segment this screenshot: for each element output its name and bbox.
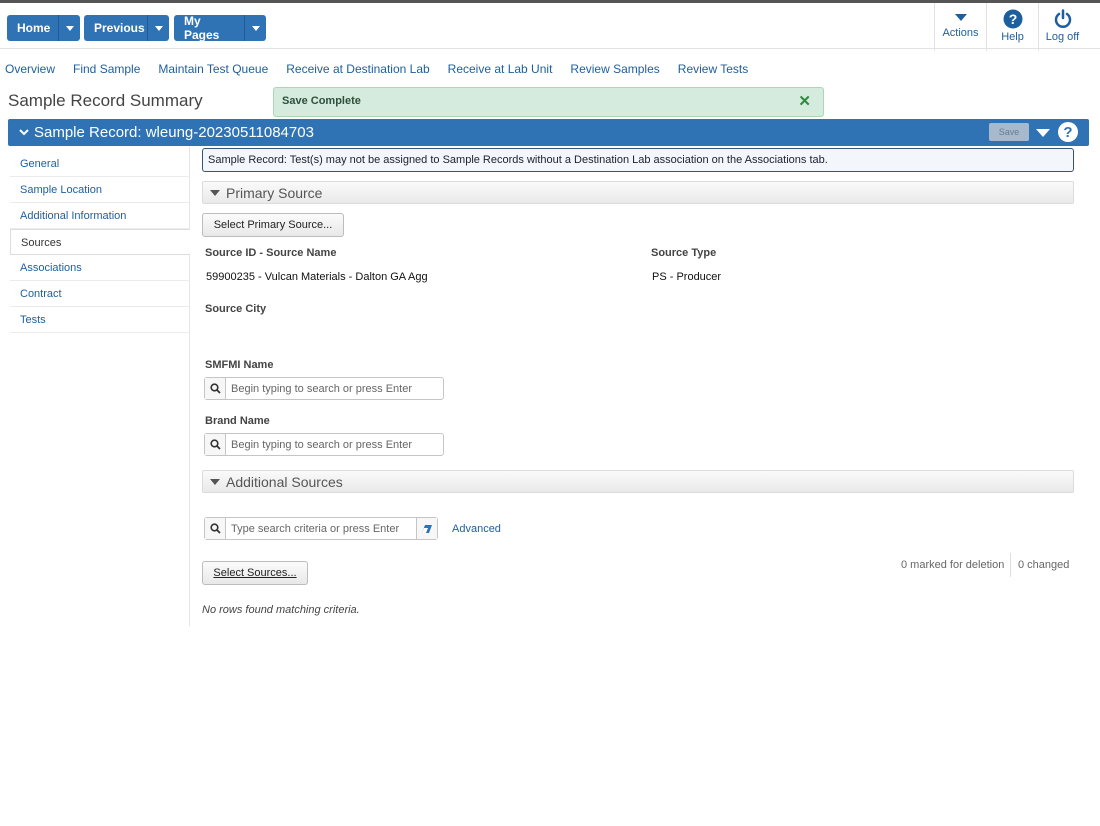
power-icon [1054, 9, 1071, 28]
chevron-down-icon [251, 25, 260, 31]
nav-link-review-tests[interactable]: Review Tests [678, 62, 748, 76]
logoff-button[interactable]: Log off [1038, 3, 1086, 51]
nav-link-receive-destination-lab[interactable]: Receive at Destination Lab [286, 62, 429, 76]
svg-text:?: ? [1008, 11, 1017, 27]
chevron-down-icon [65, 25, 74, 31]
eraser-icon[interactable] [416, 518, 437, 539]
section-title: Additional Sources [226, 474, 343, 490]
nav-link-overview[interactable]: Overview [5, 62, 55, 76]
source-type-value: PS - Producer [652, 271, 722, 283]
brand-search-input[interactable]: Begin typing to search or press Enter [204, 433, 444, 456]
record-title: Sample Record: wleung-20230511084703 [34, 124, 314, 141]
actions-button[interactable]: Actions [934, 3, 986, 51]
save-button[interactable]: Save [989, 123, 1029, 141]
top-toolbar: Home Previous My Pages Actions ? Help Lo… [0, 0, 1100, 51]
chevron-down-icon[interactable] [1036, 129, 1050, 138]
info-message: Sample Record: Test(s) may not be assign… [202, 148, 1074, 172]
nav-link-review-samples[interactable]: Review Samples [570, 62, 659, 76]
previous-split-button: Previous [84, 15, 169, 41]
additional-sources-search-input[interactable]: Type search criteria or press Enter [204, 517, 438, 540]
chevron-down-icon [154, 25, 163, 31]
source-type-label: Source Type [651, 247, 717, 259]
chevron-down-icon [954, 14, 967, 21]
mypages-split-button: My Pages [174, 15, 266, 41]
nav-link-receive-lab-unit[interactable]: Receive at Lab Unit [448, 62, 553, 76]
mypages-dropdown-button[interactable] [245, 15, 266, 41]
actions-label: Actions [942, 27, 979, 39]
search-icon [205, 434, 226, 455]
primary-source-section-header[interactable]: Primary Source [202, 181, 1074, 204]
mypages-button[interactable]: My Pages [174, 15, 245, 41]
select-primary-source-button[interactable]: Select Primary Source... [202, 213, 344, 237]
additional-sources-placeholder: Type search criteria or press Enter [231, 522, 400, 535]
smfmi-placeholder: Begin typing to search or press Enter [231, 382, 412, 395]
save-complete-toast: Save Complete ✕ [273, 87, 824, 117]
sidebar-item-sample-location[interactable]: Sample Location [10, 177, 190, 203]
record-help-icon[interactable]: ? [1058, 122, 1078, 142]
brand-label: Brand Name [205, 415, 270, 427]
count-separator [1010, 553, 1011, 577]
sidebar: General Sample Location Additional Infor… [10, 151, 190, 333]
record-header: Sample Record: wleung-20230511084703 Sav… [8, 119, 1089, 146]
collapse-chevron-icon[interactable] [19, 129, 29, 136]
sidebar-item-general[interactable]: General [10, 151, 190, 177]
toast-message: Save Complete [282, 95, 361, 107]
smfmi-search-input[interactable]: Begin typing to search or press Enter [204, 377, 444, 400]
nav-link-maintain-test-queue[interactable]: Maintain Test Queue [158, 62, 268, 76]
smfmi-label: SMFMI Name [205, 359, 274, 371]
close-icon[interactable]: ✕ [798, 94, 811, 109]
additional-sources-section-header[interactable]: Additional Sources [202, 470, 1074, 493]
source-id-value: 59900235 - Vulcan Materials - Dalton GA … [206, 271, 428, 283]
select-sources-button[interactable]: Select Sources... [202, 561, 308, 585]
previous-button[interactable]: Previous [84, 15, 148, 41]
source-city-label: Source City [205, 303, 267, 315]
home-button[interactable]: Home [7, 15, 59, 41]
logoff-label: Log off [1045, 31, 1080, 43]
sidebar-item-tests[interactable]: Tests [10, 307, 190, 333]
help-icon: ? [1003, 9, 1022, 29]
brand-placeholder: Begin typing to search or press Enter [231, 438, 412, 451]
chevron-down-icon [210, 190, 220, 196]
sidebar-item-contract[interactable]: Contract [10, 281, 190, 307]
empty-table-message: No rows found matching criteria. [202, 604, 360, 616]
changed-count: 0 changed [1018, 559, 1070, 571]
home-dropdown-button[interactable] [59, 15, 80, 41]
source-id-label: Source ID - Source Name [205, 247, 337, 259]
help-label: Help [1001, 31, 1024, 43]
advanced-search-link[interactable]: Advanced [452, 523, 501, 535]
search-icon [205, 378, 226, 399]
marked-for-deletion-count: 0 marked for deletion [901, 559, 1005, 571]
search-icon [205, 518, 226, 539]
module-nav: Overview Find Sample Maintain Test Queue… [5, 62, 766, 76]
sidebar-item-associations[interactable]: Associations [10, 255, 190, 281]
home-split-button: Home [7, 15, 80, 41]
sidebar-item-additional-information[interactable]: Additional Information [10, 203, 190, 229]
sidebar-item-sources[interactable]: Sources [10, 229, 190, 255]
chevron-down-icon [210, 479, 220, 485]
nav-link-find-sample[interactable]: Find Sample [73, 62, 140, 76]
section-title: Primary Source [226, 185, 323, 201]
help-button[interactable]: ? Help [986, 3, 1038, 51]
page-title: Sample Record Summary [8, 91, 203, 110]
previous-dropdown-button[interactable] [148, 15, 169, 41]
